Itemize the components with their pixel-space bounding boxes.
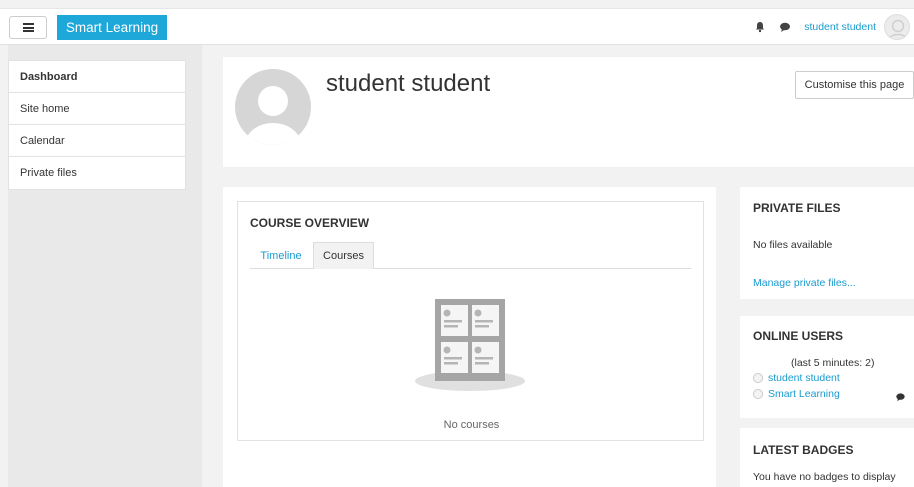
online-user-row[interactable]: Smart Learning bbox=[753, 388, 840, 400]
latest-badges-title: LATEST BADGES bbox=[753, 443, 854, 457]
private-files-block: PRIVATE FILES No files available Manage … bbox=[740, 187, 914, 299]
user-avatar-icon bbox=[753, 373, 763, 383]
course-overview-tabs: Timeline Courses bbox=[250, 242, 691, 269]
online-user-name[interactable]: Smart Learning bbox=[768, 388, 840, 400]
latest-badges-empty: You have no badges to display bbox=[753, 471, 896, 483]
navbar-user-area: student student bbox=[754, 9, 914, 45]
online-users-subtitle: (last 5 minutes: 2) bbox=[791, 357, 875, 369]
online-users-block: ONLINE USERS (last 5 minutes: 2) student… bbox=[740, 316, 914, 418]
profile-header: student student Customise this page bbox=[223, 57, 914, 167]
page-title: student student bbox=[326, 70, 491, 97]
send-message-icon[interactable] bbox=[895, 392, 906, 402]
profile-avatar-icon bbox=[245, 86, 301, 145]
online-user-row[interactable]: student student bbox=[753, 372, 840, 384]
user-avatar-icon bbox=[753, 389, 763, 399]
no-courses-message: No courses bbox=[443, 419, 500, 431]
hamburger-icon bbox=[22, 23, 34, 32]
main-content: COURSE OVERVIEW Timeline Courses No cour… bbox=[223, 187, 716, 487]
sidebar-item-private-files[interactable]: Private files bbox=[9, 157, 185, 189]
manage-private-files-link[interactable]: Manage private files... bbox=[753, 277, 856, 289]
online-users-title: ONLINE USERS bbox=[753, 329, 844, 343]
profile-avatar[interactable] bbox=[235, 69, 311, 145]
tab-courses[interactable]: Courses bbox=[313, 242, 374, 269]
sidebar-nav: Dashboard Site home Calendar Private fil… bbox=[8, 60, 186, 190]
user-avatar[interactable] bbox=[884, 14, 910, 40]
sidebar-item-site-home[interactable]: Site home bbox=[9, 93, 185, 125]
tab-timeline[interactable]: Timeline bbox=[250, 242, 312, 269]
course-overview-block: COURSE OVERVIEW Timeline Courses No cour… bbox=[237, 201, 704, 441]
sidebar-item-dashboard[interactable]: Dashboard bbox=[9, 61, 185, 93]
bell-icon[interactable] bbox=[754, 21, 766, 33]
private-files-title: PRIVATE FILES bbox=[753, 201, 841, 215]
sidebar-item-calendar[interactable]: Calendar bbox=[9, 125, 185, 157]
top-navbar: Smart Learning student student bbox=[0, 8, 914, 45]
user-menu-link[interactable]: student student bbox=[804, 21, 876, 33]
customise-page-button[interactable]: Customise this page bbox=[795, 71, 914, 99]
no-courses-icon bbox=[415, 299, 525, 391]
menu-toggle-button[interactable] bbox=[9, 16, 47, 39]
user-avatar-icon bbox=[888, 19, 908, 39]
course-overview-title: COURSE OVERVIEW bbox=[250, 216, 370, 230]
chat-icon[interactable] bbox=[779, 21, 791, 33]
private-files-empty: No files available bbox=[753, 239, 833, 251]
latest-badges-block: LATEST BADGES You have no badges to disp… bbox=[740, 428, 914, 487]
brand-logo[interactable]: Smart Learning bbox=[57, 15, 167, 40]
online-user-name[interactable]: student student bbox=[768, 372, 840, 384]
